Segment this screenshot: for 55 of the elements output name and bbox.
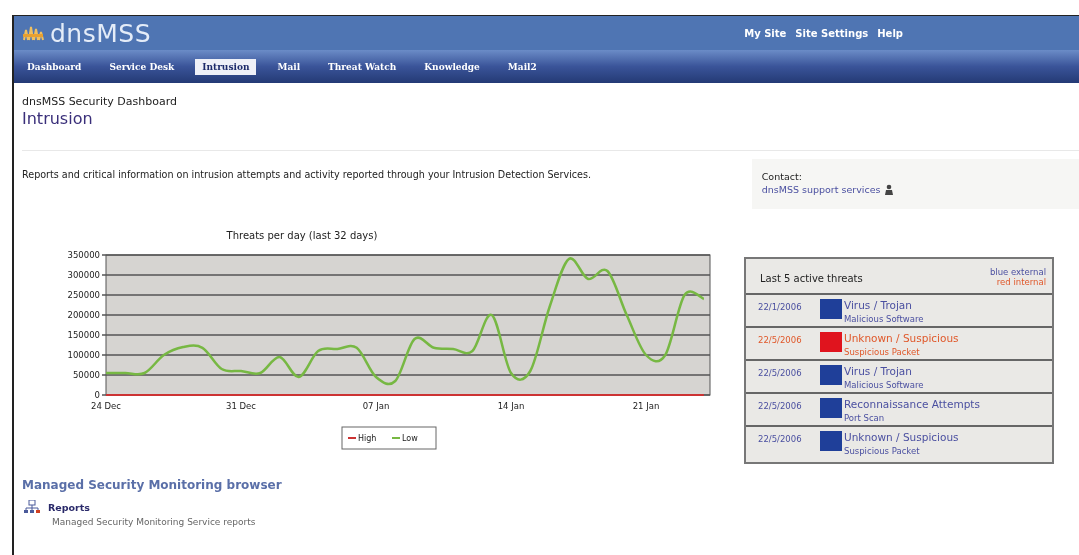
threat-date: 22/5/2006 xyxy=(758,334,803,347)
threat-detail: Malicious Software xyxy=(844,380,924,390)
threat-name[interactable]: Reconnaissance Attempts xyxy=(844,398,980,410)
nav-tab[interactable]: Knowledge xyxy=(417,58,487,75)
axis-label: 350000 xyxy=(67,250,100,260)
logo-text: dnsMSS xyxy=(50,18,152,48)
item-description: Managed Security Monitoring Service reports xyxy=(52,517,256,527)
threat-name[interactable]: Virus / Trojan xyxy=(844,365,924,377)
threat-name[interactable]: Unknown / Suspicious xyxy=(844,431,959,443)
threat-name[interactable]: Virus / Trojan xyxy=(844,299,924,311)
legend-label: Low xyxy=(402,434,419,443)
nav-tab[interactable]: Mail xyxy=(270,58,308,75)
section-title: Managed Security Monitoring browser xyxy=(22,478,282,492)
contact-label: Contact: xyxy=(761,171,803,182)
axis-label: 100000 xyxy=(67,350,100,360)
network-icon xyxy=(24,500,40,514)
threat-detail: Suspicious Packet xyxy=(844,347,921,357)
reports-link[interactable]: Reports xyxy=(48,501,90,513)
nav-tab[interactable]: Mail2 xyxy=(500,58,544,75)
threat-date: 22/5/2006 xyxy=(758,433,803,446)
threat-detail: Port Scan xyxy=(844,413,886,423)
nav-tab[interactable]: Service Desk xyxy=(102,58,182,75)
header-link[interactable]: Help xyxy=(877,27,903,39)
panel-title: Last 5 active threats xyxy=(760,272,863,286)
axis-label: 200000 xyxy=(67,310,100,320)
chart-title: Threats per day (last 32 days) xyxy=(226,230,378,241)
threat-date: 22/5/2006 xyxy=(758,367,803,380)
nav-tab[interactable]: Dashboard xyxy=(20,58,89,75)
axis-label: 14 Jan xyxy=(497,401,525,411)
axis-label: 21 Jan xyxy=(632,401,660,411)
header-link[interactable]: Site Settings xyxy=(795,27,869,39)
person-icon xyxy=(884,184,895,195)
page-title: Intrusion xyxy=(22,109,94,128)
contact-link[interactable]: dnsMSS support services xyxy=(761,184,895,195)
header-link[interactable]: My Site xyxy=(744,27,787,39)
axis-label: 250000 xyxy=(67,290,100,300)
axis-label: 07 Jan xyxy=(362,401,390,411)
breadcrumb: dnsMSS Security Dashboard xyxy=(22,95,178,108)
logo-icon xyxy=(22,24,44,42)
axis-label: 0 xyxy=(94,390,100,400)
legend-label: High xyxy=(358,434,377,443)
nav-tab[interactable]: Threat Watch xyxy=(321,58,404,75)
threat-date: 22/1/2006 xyxy=(758,301,803,314)
axis-label: 50000 xyxy=(72,370,100,380)
nav-tab[interactable]: Intrusion xyxy=(195,58,257,75)
threat-detail: Suspicious Packet xyxy=(844,446,921,456)
axis-label: 24 Dec xyxy=(91,401,121,411)
threat-date: 22/5/2006 xyxy=(758,400,803,413)
legend-label: blue external xyxy=(989,267,1046,277)
axis-label: 150000 xyxy=(67,330,100,340)
legend-label: red internal xyxy=(996,277,1046,287)
threat-detail: Malicious Software xyxy=(844,314,924,324)
page-description: Reports and critical information on intrusion attempts and activity reported through your Intrusion Detection Services. xyxy=(22,168,593,182)
axis-label: 300000 xyxy=(67,270,100,280)
axis-label: 31 Dec xyxy=(226,401,256,411)
